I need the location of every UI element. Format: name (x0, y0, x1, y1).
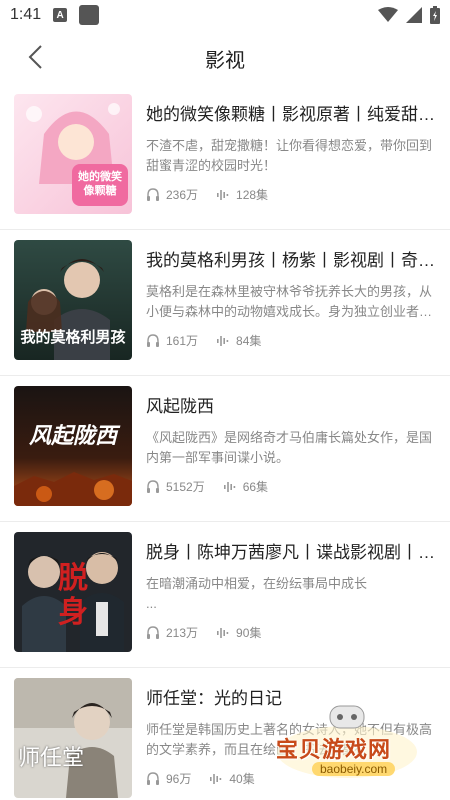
episode-count: 66集 (223, 478, 268, 495)
cover-image: 我的莫格利男孩 (14, 240, 132, 360)
list-item[interactable]: 她的微笑像颗糖 她的微笑像颗糖丨影视原著丨纯爱甜宠丨多人有声剧 不渣不虐，甜宠撒… (0, 84, 450, 230)
signal-icon (406, 7, 422, 23)
play-count-value: 5152万 (166, 480, 205, 494)
list-item[interactable]: 脱身 脱身丨陈坤万茜廖凡丨谍战影视剧丨有声剧 在暗潮涌动中相爱，在纷纭事局中成长… (0, 522, 450, 668)
play-count: 5152万 (146, 478, 205, 495)
item-description: 在暗潮涌动中相爱，在纷纭事局中成长 ... (146, 576, 368, 611)
play-count-value: 161万 (166, 334, 199, 348)
item-title: 她的微笑像颗糖丨影视原著丨纯爱甜宠丨多人有声剧 (146, 105, 442, 124)
battery-icon (430, 6, 440, 24)
list-item[interactable]: 风起陇西 风起陇西 《风起陇西》是网络奇才马伯庸长篇处女作，是国内第一部军事间谍… (0, 376, 450, 522)
soundwave-icon (223, 481, 235, 492)
item-title: 我的莫格利男孩丨杨紫丨影视剧丨奇幻爱情 (146, 251, 442, 270)
item-title: 脱身丨陈坤万茜廖凡丨谍战影视剧丨有声剧 (146, 543, 442, 562)
soundwave-icon (217, 335, 229, 346)
cover-image: 风起陇西 (14, 386, 132, 506)
item-description: 莫格利是在森林里被守林爷爷抚养长大的男孩，从小便与森林中的动物嬉戏成长。身为独立… (146, 284, 433, 319)
item-meta: 213万 90集 (146, 624, 442, 641)
page-title: 影视 (205, 50, 245, 72)
play-count: 213万 (146, 624, 198, 641)
headphones-icon (147, 625, 159, 639)
status-icons (378, 6, 440, 24)
item-info: 她的微笑像颗糖丨影视原著丨纯爱甜宠丨多人有声剧 不渣不虐，甜宠撒糖！让你看得想恋… (146, 104, 442, 203)
cover-title: 师任堂 (18, 746, 85, 771)
cover-title: 我的莫格利男孩 (20, 328, 126, 346)
watermark: 宝贝游戏网 baobeiy.com (272, 702, 422, 782)
nav-bar: 影视 (0, 30, 450, 84)
status-bar: 1:41 A (0, 0, 450, 30)
notification-a-icon: A (53, 8, 68, 22)
play-count: 96万 (146, 770, 191, 787)
item-description: 不渣不虐，甜宠撒糖！让你看得想恋爱，带你回到甜蜜青涩的校园时光！ (146, 138, 433, 173)
item-meta: 161万 84集 (146, 332, 442, 349)
list-item[interactable]: 我的莫格利男孩 我的莫格利男孩丨杨紫丨影视剧丨奇幻爱情 莫格利是在森林里被守林爷… (0, 230, 450, 376)
soundwave-icon (217, 189, 229, 200)
cover-title: 她的微笑像颗糖 (78, 171, 122, 197)
episode-count-value: 66集 (242, 480, 269, 494)
notification-square-icon (79, 5, 100, 25)
item-info: 风起陇西 《风起陇西》是网络奇才马伯庸长篇处女作，是国内第一部军事间谍小说。 5… (146, 396, 442, 495)
play-count-value: 96万 (166, 772, 192, 786)
episode-count-value: 90集 (236, 626, 262, 640)
headphones-icon (147, 771, 159, 785)
item-info: 我的莫格利男孩丨杨紫丨影视剧丨奇幻爱情 莫格利是在森林里被守林爷爷抚养长大的男孩… (146, 250, 442, 349)
item-title: 风起陇西 (146, 397, 214, 416)
episode-count-value: 128集 (236, 188, 269, 202)
cover-image: 师任堂 (14, 678, 132, 798)
status-time: 1:41 (10, 6, 42, 23)
item-info: 脱身丨陈坤万茜廖凡丨谍战影视剧丨有声剧 在暗潮涌动中相爱，在纷纭事局中成长 ..… (146, 542, 442, 641)
play-count: 236万 (146, 186, 198, 203)
item-meta: 236万 128集 (146, 186, 442, 203)
watermark-url: baobeiy.com (312, 762, 396, 776)
cover-image: 她的微笑像颗糖 (14, 94, 132, 214)
cover-title: 脱身 (58, 561, 88, 630)
soundwave-icon (217, 627, 229, 638)
item-meta: 5152万 66集 (146, 478, 442, 495)
episode-count: 90集 (216, 624, 261, 641)
watermark-text: 宝贝游戏网 (276, 737, 392, 762)
play-count: 161万 (146, 332, 198, 349)
episode-count: 128集 (216, 186, 268, 203)
headphones-icon (147, 479, 159, 493)
episode-count-value: 84集 (236, 334, 262, 348)
soundwave-icon (210, 773, 222, 784)
wifi-icon (378, 7, 398, 22)
cover-title: 风起陇西 (28, 423, 117, 449)
episode-count-value: 40集 (229, 772, 255, 786)
headphones-icon (147, 333, 159, 347)
item-description: 《风起陇西》是网络奇才马伯庸长篇处女作，是国内第一部军事间谍小说。 (146, 430, 433, 465)
play-count-value: 236万 (166, 188, 199, 202)
cover-image: 脱身 (14, 532, 132, 652)
headphones-icon (147, 187, 159, 201)
play-count-value: 213万 (166, 626, 199, 640)
episode-count: 84集 (216, 332, 261, 349)
episode-count: 40集 (209, 770, 255, 787)
